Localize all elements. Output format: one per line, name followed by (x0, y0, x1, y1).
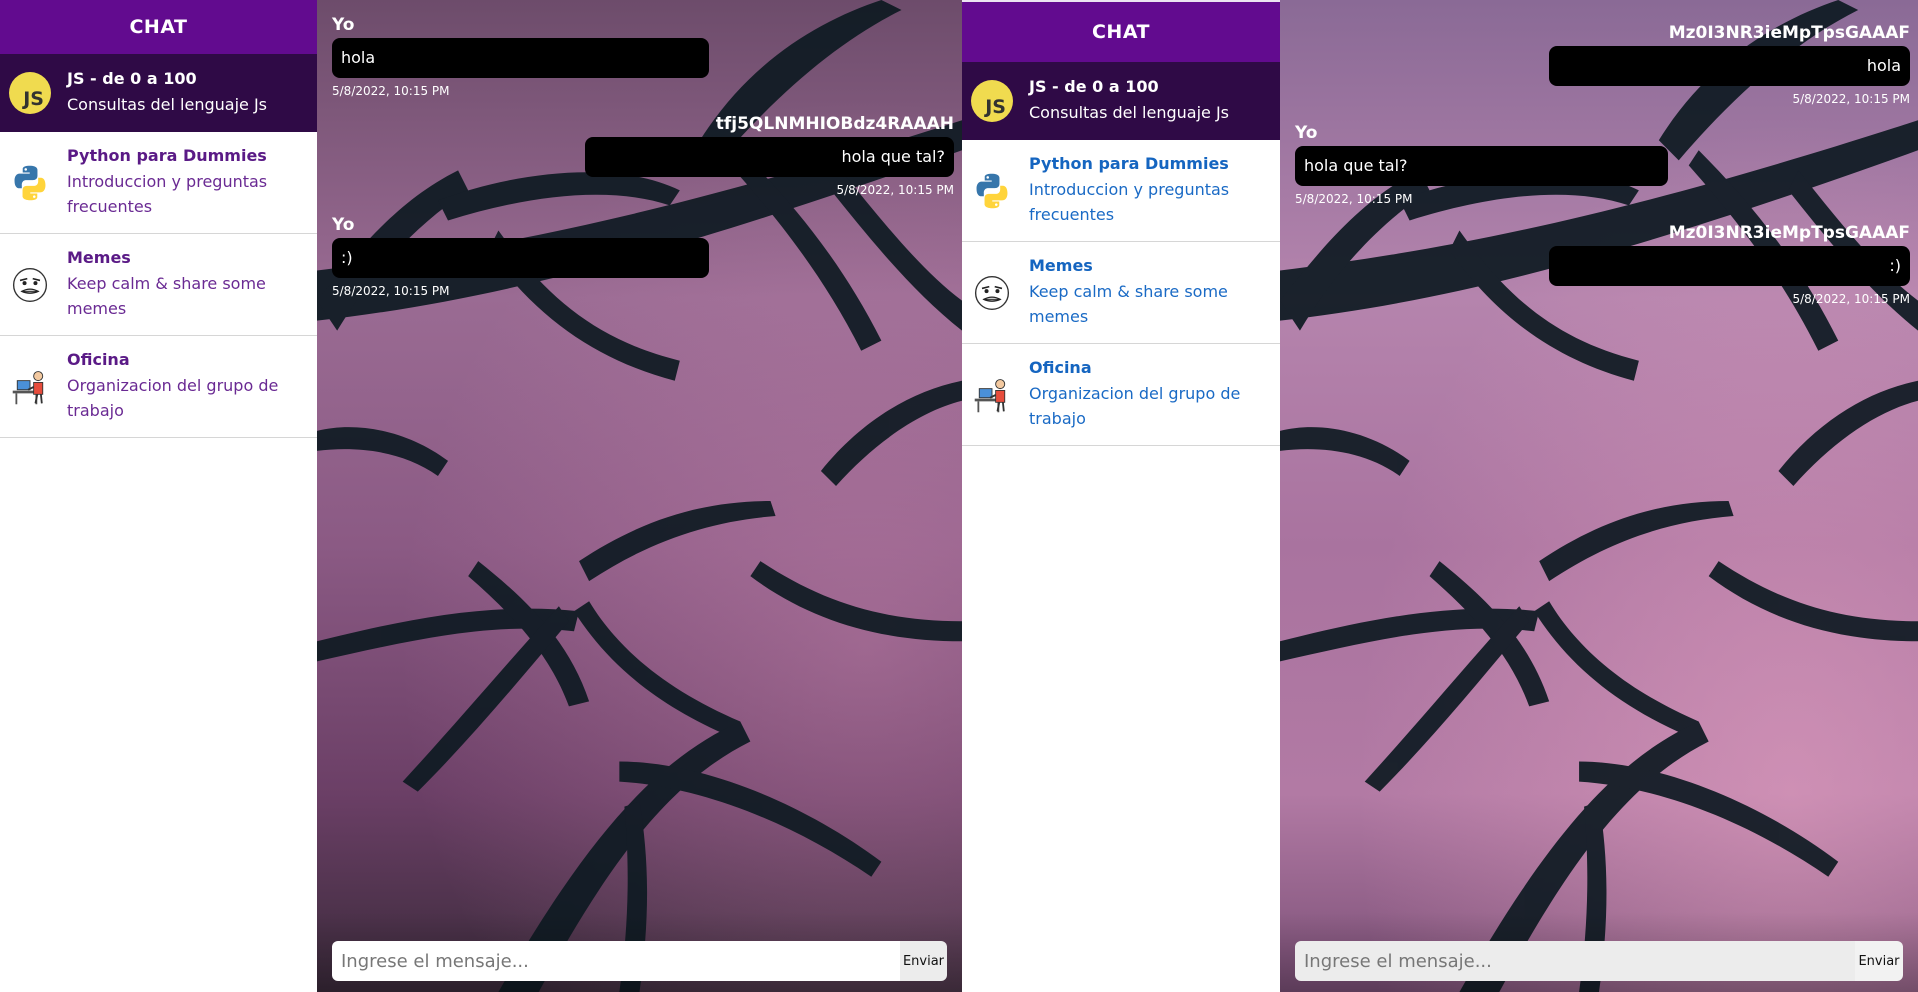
python-icon (970, 169, 1014, 213)
message-item: tfj5QLNMHIOBdz4RAAAH hola que tal? 5/8/2… (585, 111, 954, 197)
message-bubble: :) (332, 238, 709, 278)
message-list: Yo hola 5/8/2022, 10:15 PM tfj5QLNMHIOBd… (317, 0, 962, 992)
message-author: Yo (1295, 123, 1318, 143)
message-timestamp: 5/8/2022, 10:15 PM (1792, 292, 1910, 306)
room-title: JS - de 0 a 100 (1029, 77, 1159, 96)
room-title: Memes (67, 248, 131, 267)
room-description: Introduccion y preguntas frecuentes (67, 172, 268, 216)
room-description: Introduccion y preguntas frecuentes (1029, 180, 1230, 224)
message-composer: Enviar (332, 941, 947, 981)
message-bubble: hola que tal? (1295, 146, 1668, 186)
room-item-python[interactable]: Python para Dummies Introduccion y pregu… (962, 140, 1280, 242)
chat-area: Yo hola 5/8/2022, 10:15 PM tfj5QLNMHIOBd… (317, 0, 962, 992)
message-timestamp: 5/8/2022, 10:15 PM (332, 84, 450, 98)
message-item: Yo hola 5/8/2022, 10:15 PM (332, 12, 709, 98)
room-item-js[interactable]: JS JS - de 0 a 100 Consultas del lenguaj… (0, 54, 317, 132)
chat-window-right: CHAT JS JS - de 0 a 100 Consultas del le… (962, 0, 1918, 992)
room-title: Oficina (67, 350, 130, 369)
room-item-js[interactable]: JS JS - de 0 a 100 Consultas del lenguaj… (962, 62, 1280, 140)
message-list: Mz0I3NR3ieMpTpsGAAAF hola 5/8/2022, 10:1… (1280, 0, 1918, 992)
chat-area: Mz0I3NR3ieMpTpsGAAAF hola 5/8/2022, 10:1… (1280, 0, 1918, 992)
room-title: Python para Dummies (67, 146, 267, 165)
office-worker-icon (8, 365, 52, 409)
room-item-memes[interactable]: Memes Keep calm & share some memes (0, 234, 317, 336)
room-title: Memes (1029, 256, 1093, 275)
room-title: Oficina (1029, 358, 1092, 377)
message-author: Yo (332, 215, 355, 235)
room-title: JS - de 0 a 100 (67, 69, 197, 88)
room-item-oficina[interactable]: Oficina Organizacion del grupo de trabaj… (0, 336, 317, 438)
message-author: Mz0I3NR3ieMpTpsGAAAF (1668, 23, 1910, 43)
room-description: Consultas del lenguaje Js (1029, 103, 1230, 122)
room-item-python[interactable]: Python para Dummies Introduccion y pregu… (0, 132, 317, 234)
message-item: Mz0I3NR3ieMpTpsGAAAF hola 5/8/2022, 10:1… (1549, 20, 1910, 106)
send-button[interactable]: Enviar (1855, 941, 1903, 981)
message-item: Yo hola que tal? 5/8/2022, 10:15 PM (1295, 120, 1668, 206)
room-item-oficina[interactable]: Oficina Organizacion del grupo de trabaj… (962, 344, 1280, 446)
room-description: Consultas del lenguaje Js (67, 95, 268, 114)
message-author: Yo (332, 15, 355, 35)
rooms-sidebar: CHAT JS JS - de 0 a 100 Consultas del le… (962, 0, 1280, 992)
python-icon (8, 161, 52, 205)
message-input[interactable] (332, 941, 900, 981)
room-description: Keep calm & share some memes (1029, 282, 1228, 326)
room-description: Keep calm & share some memes (67, 274, 266, 318)
chat-window-left: CHAT JS JS - de 0 a 100 Consultas del le… (0, 0, 962, 992)
room-description: Organizacion del grupo de trabajo (67, 376, 279, 420)
message-timestamp: 5/8/2022, 10:15 PM (332, 284, 450, 298)
send-button[interactable]: Enviar (900, 941, 947, 981)
message-composer: Enviar (1295, 941, 1903, 981)
message-bubble: hola (1549, 46, 1910, 86)
message-input[interactable] (1295, 941, 1855, 981)
sidebar-title: CHAT (0, 0, 317, 54)
js-badge: JS (9, 72, 51, 114)
message-timestamp: 5/8/2022, 10:15 PM (1792, 92, 1910, 106)
message-author: Mz0I3NR3ieMpTpsGAAAF (1668, 223, 1910, 243)
sidebar-title: CHAT (962, 0, 1280, 62)
rooms-sidebar: CHAT JS JS - de 0 a 100 Consultas del le… (0, 0, 317, 992)
js-icon: JS (8, 71, 52, 115)
message-item: Yo :) 5/8/2022, 10:15 PM (332, 212, 709, 298)
meme-face-icon (970, 271, 1014, 315)
message-bubble: hola (332, 38, 709, 78)
js-icon: JS (970, 79, 1014, 123)
room-item-memes[interactable]: Memes Keep calm & share some memes (962, 242, 1280, 344)
room-description: Organizacion del grupo de trabajo (1029, 384, 1241, 428)
meme-face-icon (8, 263, 52, 307)
message-bubble: hola que tal? (585, 137, 954, 177)
message-bubble: :) (1549, 246, 1910, 286)
js-badge: JS (971, 80, 1013, 122)
message-author: tfj5QLNMHIOBdz4RAAAH (715, 114, 954, 134)
room-title: Python para Dummies (1029, 154, 1229, 173)
office-worker-icon (970, 373, 1014, 417)
message-timestamp: 5/8/2022, 10:15 PM (1295, 192, 1413, 206)
message-item: Mz0I3NR3ieMpTpsGAAAF :) 5/8/2022, 10:15 … (1549, 220, 1910, 306)
message-timestamp: 5/8/2022, 10:15 PM (836, 183, 954, 197)
